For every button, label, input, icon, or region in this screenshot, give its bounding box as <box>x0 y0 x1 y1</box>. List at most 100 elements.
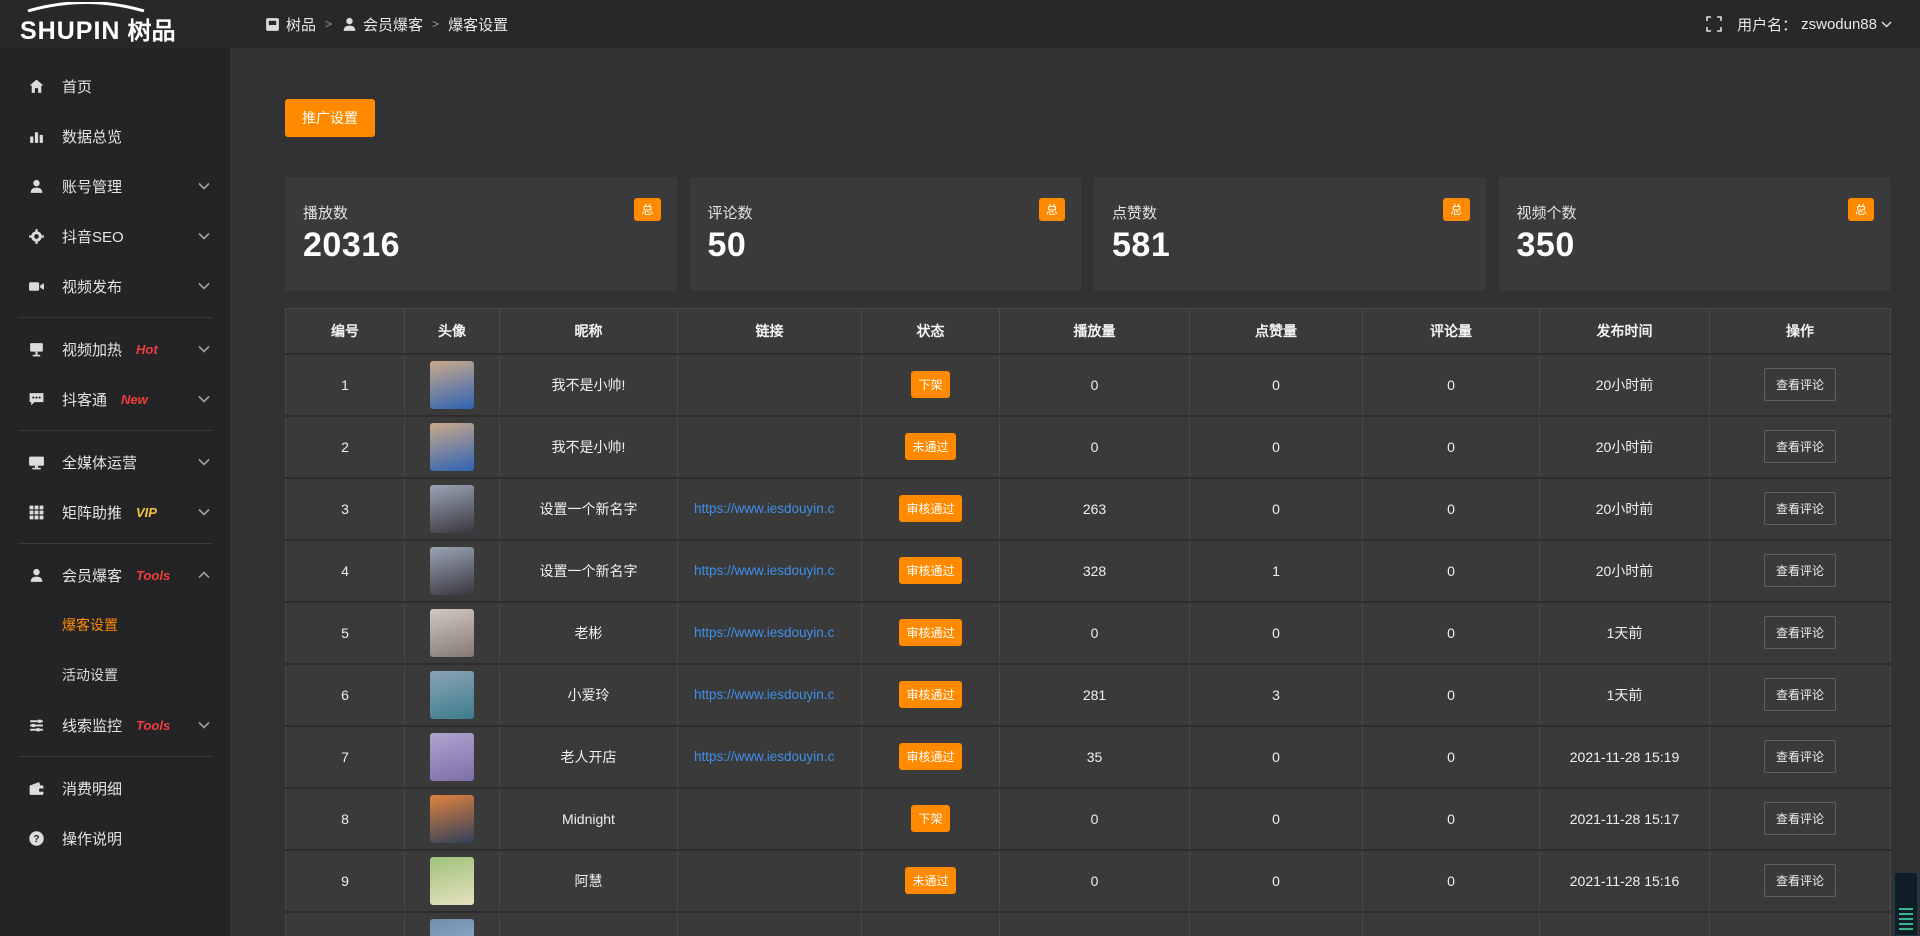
breadcrumb-item[interactable]: 爆客设置 <box>448 14 508 35</box>
sidebar-item[interactable]: ?操作说明 <box>0 813 230 863</box>
sidebar-item[interactable]: 消费明细 <box>0 763 230 813</box>
view-comments-button[interactable]: 查看评论 <box>1764 678 1836 711</box>
cell-avatar <box>405 850 500 912</box>
view-comments-button[interactable]: 查看评论 <box>1764 368 1836 401</box>
cell-time: 2021-11-28 15:17 <box>1540 788 1710 850</box>
column-header: 状态 <box>862 309 1000 354</box>
avatar <box>430 361 474 409</box>
cell-nickname: 设置一个新名字 <box>500 540 678 602</box>
sidebar-item[interactable]: 首页 <box>0 61 230 111</box>
cell-link <box>678 354 862 416</box>
cell-time: 20小时前 <box>1540 540 1710 602</box>
column-header: 播放量 <box>1000 309 1190 354</box>
sidebar-item[interactable]: 数据总览 <box>0 111 230 161</box>
stat-card: 视频个数总350 <box>1499 177 1891 291</box>
cell-likes: 0 <box>1190 602 1363 664</box>
video-link[interactable]: https://www.iesdouyin.c <box>694 625 859 640</box>
view-comments-button[interactable]: 查看评论 <box>1764 554 1836 587</box>
avatar <box>430 795 474 843</box>
cell-status: 审核通过 <box>862 478 1000 540</box>
video-link[interactable]: https://www.iesdouyin.c <box>694 687 859 702</box>
view-comments-button[interactable]: 查看评论 <box>1764 492 1836 525</box>
user-menu[interactable]: 用户名： zswodun88 <box>1737 14 1892 35</box>
sidebar-item[interactable]: 抖音SEO <box>0 211 230 261</box>
sidebar-item[interactable]: 账号管理 <box>0 161 230 211</box>
cell-comments: 0 <box>1363 602 1540 664</box>
cell-nickname: 老彬 <box>500 602 678 664</box>
column-header: 评论量 <box>1363 309 1540 354</box>
video-link[interactable]: https://www.iesdouyin.c <box>694 563 859 578</box>
promo-settings-button[interactable]: 推广设置 <box>285 99 375 137</box>
cell-plays: 0 <box>1000 416 1190 478</box>
cell-id: 2 <box>286 416 405 478</box>
cell-status: 审核通过 <box>862 726 1000 788</box>
sidebar-item[interactable]: 矩阵助推VIP <box>0 487 230 537</box>
gear-icon <box>28 228 48 245</box>
avatar <box>430 423 474 471</box>
cell-status: 下架 <box>862 788 1000 850</box>
cell-nickname: 设置一个新名字 <box>500 478 678 540</box>
chevron-down-icon <box>198 282 210 290</box>
member-icon <box>28 567 48 584</box>
table-row: 3设置一个新名字https://www.iesdouyin.c审核通过26300… <box>286 478 1891 540</box>
column-header: 头像 <box>405 309 500 354</box>
cell-avatar <box>405 788 500 850</box>
avatar <box>430 485 474 533</box>
chevron-down-icon <box>1881 21 1892 28</box>
stat-label: 视频个数 <box>1517 202 1873 223</box>
cell-link: https://www.iesdouyin.c <box>678 540 862 602</box>
video-icon <box>28 278 48 295</box>
sidebar-item[interactable]: 线索监控Tools <box>0 700 230 750</box>
sidebar-item-badge: Tools <box>136 718 170 733</box>
cell-action: 查看评论 <box>1710 602 1891 664</box>
chevron-down-icon <box>198 395 210 403</box>
cell-action: 查看评论 <box>1710 726 1891 788</box>
view-comments-button[interactable]: 查看评论 <box>1764 430 1836 463</box>
cell-link: https://www.iesdouyin.c <box>678 726 862 788</box>
view-comments-button[interactable]: 查看评论 <box>1764 864 1836 897</box>
sidebar-item-label: 抖客通 <box>62 389 107 410</box>
sidebar-item[interactable]: 会员爆客Tools <box>0 550 230 600</box>
floating-widget[interactable] <box>1894 872 1918 936</box>
sidebar-item-label: 会员爆客 <box>62 565 122 586</box>
table-row: 8Midnight下架0002021-11-28 15:17查看评论 <box>286 788 1891 850</box>
sidebar-item[interactable]: 视频加热Hot <box>0 324 230 374</box>
view-comments-button[interactable]: 查看评论 <box>1764 802 1836 835</box>
cell-avatar <box>405 602 500 664</box>
total-badge: 总 <box>634 198 660 221</box>
sidebar-item[interactable]: 视频发布 <box>0 261 230 311</box>
cell-action <box>1710 912 1891 936</box>
fullscreen-icon[interactable] <box>1706 16 1722 32</box>
cell-status: 审核通过 <box>862 664 1000 726</box>
breadcrumb-item[interactable]: 会员爆客 <box>341 14 423 35</box>
stats-row: 播放数总20316评论数总50点赞数总581视频个数总350 <box>285 177 1890 291</box>
video-link[interactable]: https://www.iesdouyin.c <box>694 749 859 764</box>
status-badge: 审核通过 <box>899 495 961 522</box>
video-link[interactable]: https://www.iesdouyin.c <box>694 501 859 516</box>
sidebar-divider <box>18 430 212 431</box>
cell-link <box>678 416 862 478</box>
avatar <box>430 919 474 936</box>
cell-likes <box>1190 912 1363 936</box>
cell-id: 4 <box>286 540 405 602</box>
table-row: 5老彬https://www.iesdouyin.c审核通过0001天前查看评论 <box>286 602 1891 664</box>
status-badge: 审核通过 <box>899 557 961 584</box>
cell-avatar <box>405 726 500 788</box>
table-row: 2我不是小帅!未通过00020小时前查看评论 <box>286 416 1891 478</box>
cell-link <box>678 788 862 850</box>
cell-comments: 0 <box>1363 478 1540 540</box>
logo[interactable]: SHUPIN 树品 <box>0 0 230 48</box>
table-row <box>286 912 1891 936</box>
sidebar-subitem[interactable]: 活动设置 <box>0 650 230 700</box>
sidebar-subitem[interactable]: 爆客设置 <box>0 600 230 650</box>
cell-nickname: 阿慧 <box>500 850 678 912</box>
sidebar-item[interactable]: 全媒体运营 <box>0 437 230 487</box>
sidebar-item-label: 全媒体运营 <box>62 452 137 473</box>
cell-avatar <box>405 912 500 936</box>
sidebar-item-badge: VIP <box>136 505 157 520</box>
sidebar-item[interactable]: 抖客通New <box>0 374 230 424</box>
avatar <box>430 609 474 657</box>
breadcrumb-item[interactable]: 树品 <box>264 14 316 35</box>
view-comments-button[interactable]: 查看评论 <box>1764 616 1836 649</box>
view-comments-button[interactable]: 查看评论 <box>1764 740 1836 773</box>
